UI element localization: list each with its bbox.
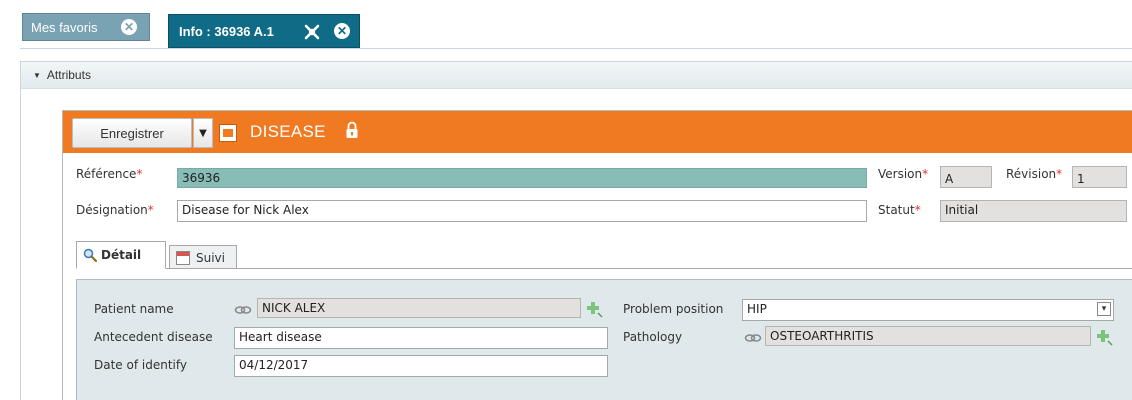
tab-favorites-label: Mes favoris xyxy=(31,19,98,35)
detail-panel: Patient name NICK ALEX Antecedent diseas… xyxy=(76,279,1132,400)
tab-info[interactable]: Info : 36936 A.1 ✕ xyxy=(168,14,360,48)
date-of-identify-field[interactable]: 04/12/2017 xyxy=(234,355,608,377)
revision-label-text: Révision xyxy=(1006,167,1057,181)
designation-label: Désignation* xyxy=(76,203,154,217)
object-type-title: DISEASE xyxy=(250,122,326,141)
magnifier-icon xyxy=(83,248,97,262)
attributes-header[interactable]: ▼ Attributs xyxy=(21,62,1132,89)
problem-position-select[interactable]: HIP ▾ xyxy=(742,299,1114,321)
patient-name-field[interactable]: NICK ALEX xyxy=(257,298,581,318)
required-mark: * xyxy=(914,203,921,217)
antecedent-disease-field[interactable]: Heart disease xyxy=(234,327,608,349)
save-dropdown-button[interactable]: ▼ xyxy=(193,118,213,148)
antecedent-disease-label: Antecedent disease xyxy=(94,330,213,344)
form-toolbar: Enregistrer ▼ DISEASE xyxy=(63,111,1132,153)
version-label: Version* xyxy=(878,167,928,181)
required-mark: * xyxy=(1056,167,1063,181)
link-icon xyxy=(744,334,762,342)
disease-form-card: Enregistrer ▼ DISEASE Référence* 36936 V… xyxy=(62,110,1132,400)
add-plus-icon[interactable] xyxy=(585,300,603,318)
tab-info-label: Info : 36936 A.1 xyxy=(179,23,274,39)
collapse-caret-icon[interactable]: ▼ xyxy=(33,71,41,80)
subtab-divider xyxy=(76,268,1132,269)
status-field: Initial xyxy=(940,200,1127,222)
tab-detail-label: Détail xyxy=(101,248,142,262)
date-of-identify-label: Date of identify xyxy=(94,358,187,372)
reference-label: Référence* xyxy=(76,167,142,181)
reference-label-text: Référence xyxy=(76,167,137,181)
disease-type-icon xyxy=(219,124,237,142)
tab-detail[interactable]: Détail xyxy=(76,241,166,269)
tab-suivi-label: Suivi xyxy=(196,250,225,265)
reference-field[interactable]: 36936 xyxy=(177,168,867,188)
patient-name-label: Patient name xyxy=(94,302,174,316)
tab-strip-divider xyxy=(20,48,1132,49)
required-mark: * xyxy=(136,167,143,181)
designation-field[interactable]: Disease for Nick Alex xyxy=(177,200,867,222)
required-mark: * xyxy=(922,167,929,181)
problem-position-label: Problem position xyxy=(623,302,724,316)
close-icon[interactable]: ✕ xyxy=(334,23,350,39)
tab-favorites[interactable]: Mes favoris ✕ xyxy=(22,13,150,41)
link-icon xyxy=(234,306,252,314)
pathology-label: Pathology xyxy=(623,330,683,344)
lock-icon xyxy=(346,121,358,138)
version-label-text: Version xyxy=(878,167,923,181)
status-label-text: Statut xyxy=(878,203,915,217)
required-mark: * xyxy=(147,203,154,217)
problem-position-value: HIP xyxy=(747,302,767,316)
status-label: Statut* xyxy=(878,203,921,217)
designation-label-text: Désignation xyxy=(76,203,148,217)
add-plus-icon[interactable] xyxy=(1095,328,1113,346)
version-field[interactable]: A xyxy=(940,166,992,188)
revision-label: Révision* xyxy=(1006,167,1062,181)
chevron-down-icon[interactable]: ▾ xyxy=(1097,302,1111,316)
unpin-icon[interactable] xyxy=(303,23,321,41)
save-button[interactable]: Enregistrer xyxy=(72,118,192,148)
calendar-icon xyxy=(176,250,190,265)
revision-field[interactable]: 1 xyxy=(1072,166,1127,188)
tab-suivi[interactable]: Suivi xyxy=(169,245,237,269)
attributes-title: Attributs xyxy=(46,68,91,82)
pathology-field[interactable]: OSTEOARTHRITIS xyxy=(765,326,1091,346)
close-icon[interactable]: ✕ xyxy=(121,19,137,35)
